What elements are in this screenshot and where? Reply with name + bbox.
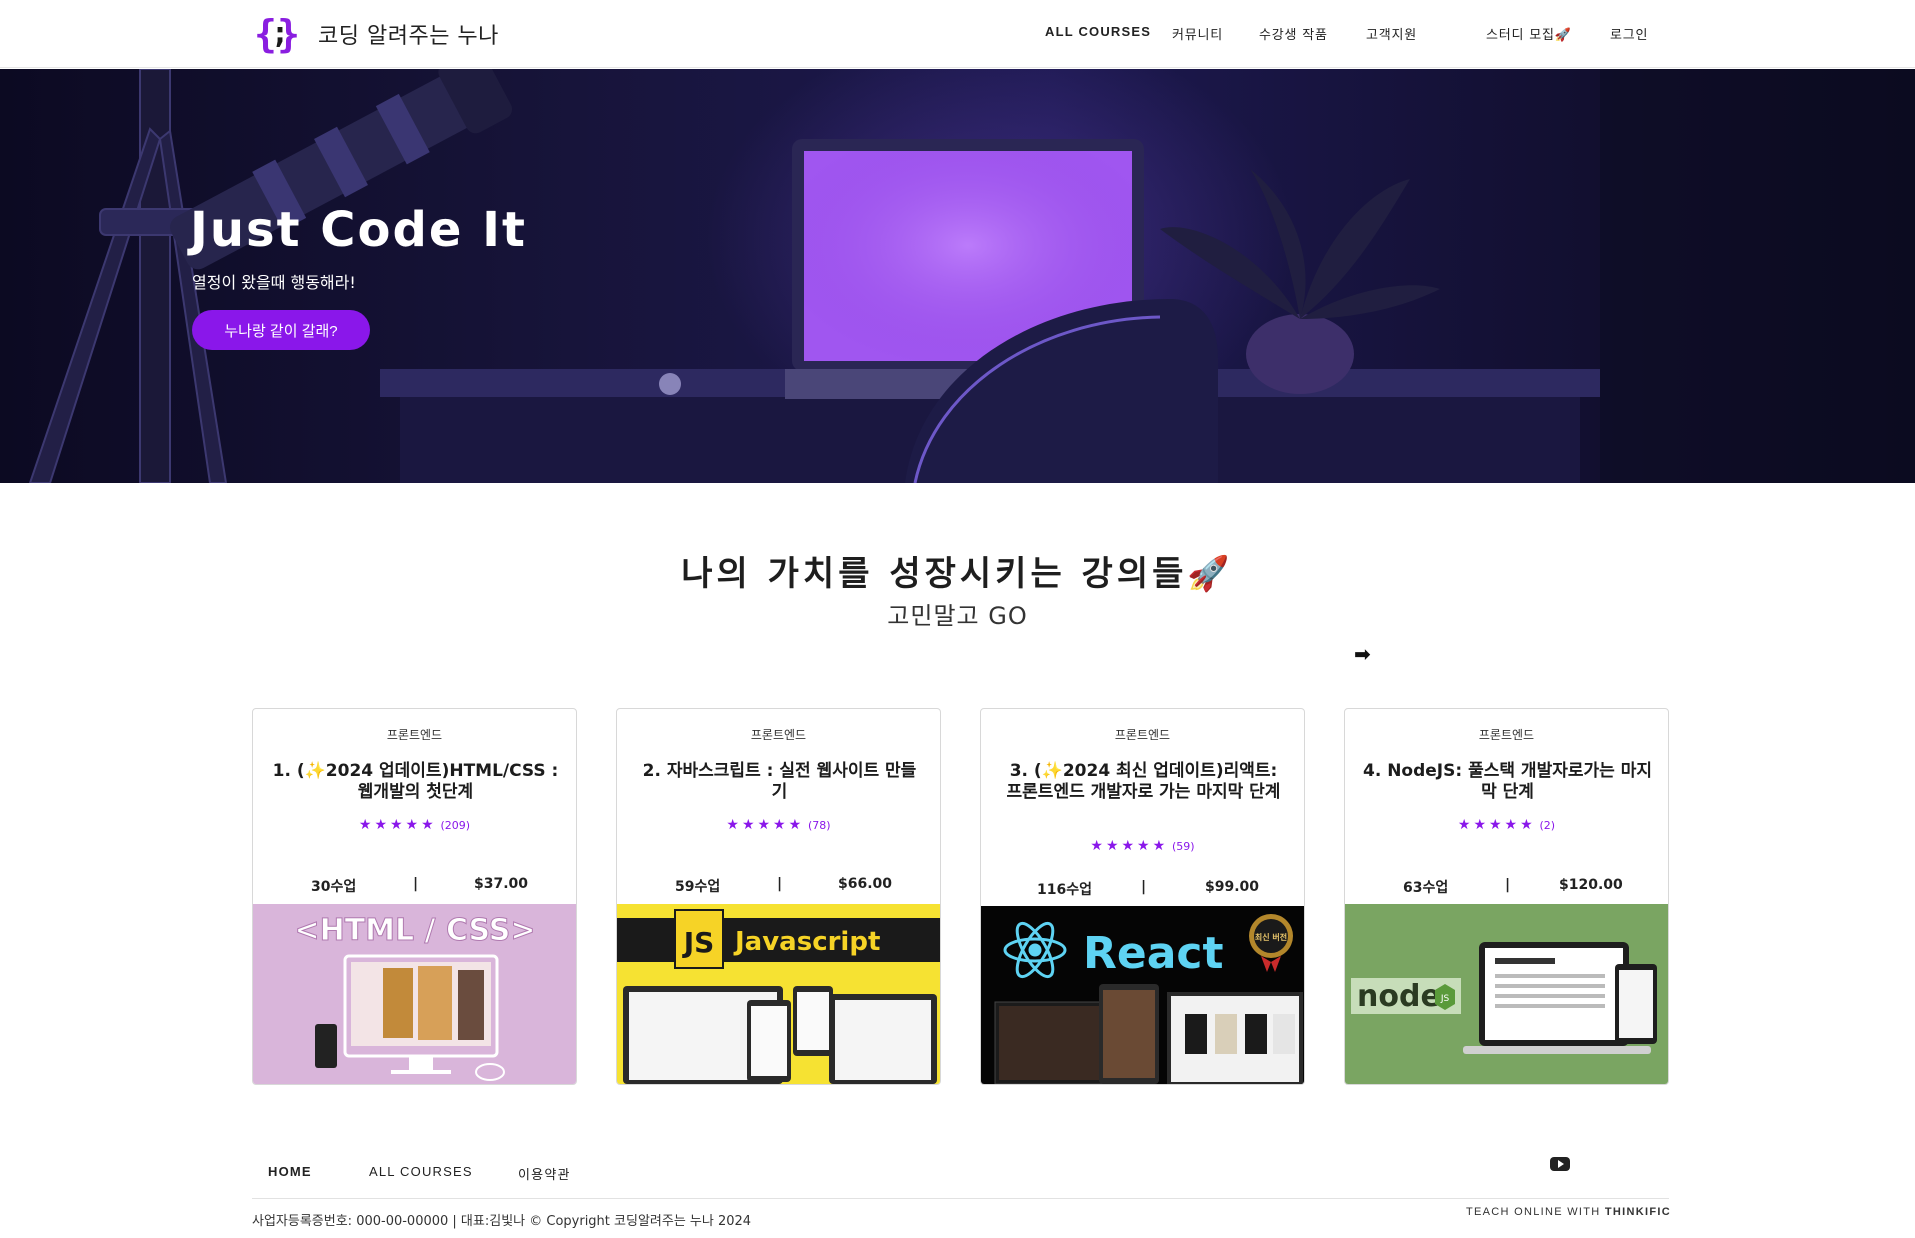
course-thumbnail: <HTML / CSS> (253, 904, 576, 1084)
star-rating-icon: ★★★★★ (726, 817, 805, 833)
meta-separator: | (777, 876, 783, 892)
course-meta: 59수업 | $66.00 (617, 876, 940, 898)
star-rating-icon: ★★★★★ (358, 817, 437, 833)
course-meta: 30수업 | $37.00 (253, 876, 576, 898)
course-title: 4. NodeJS: 풀스택 개발자로가는 마지막 단계 (1363, 761, 1652, 802)
review-count: (59) (1172, 840, 1195, 853)
thumbnail-badge: JS (1440, 994, 1450, 1004)
thumbnail-title: <HTML / CSS> (294, 913, 535, 948)
course-rating: ★★★★★ (78) (617, 817, 940, 833)
javascript-thumbnail-art: JS Javascript (617, 909, 940, 1084)
course-card-react[interactable]: 프론트엔드 3. (✨2024 최신 업데이트)리액트: 프론트엔드 개발자로 … (980, 708, 1305, 1085)
star-rating-icon: ★★★★★ (1457, 817, 1536, 833)
thumbnail-title: Javascript (733, 927, 880, 957)
course-thumbnail: node JS (1345, 904, 1668, 1084)
thumbnail-title: React (1083, 928, 1224, 979)
footer-terms-link[interactable]: 이용약관 (518, 1164, 571, 1183)
courses-section-subtitle: 고민말고 GO (887, 602, 1028, 630)
course-price: $37.00 (474, 876, 529, 892)
course-category: 프론트엔드 (386, 728, 443, 742)
course-category: 프론트엔드 (1478, 728, 1535, 742)
lesson-count: 30수업 (311, 879, 357, 895)
thinkific-brand: THINKIFIC (1604, 1206, 1671, 1218)
nav-login[interactable]: 로그인 (1610, 24, 1648, 43)
html-css-thumbnail-art: <HTML / CSS> (294, 913, 536, 1081)
course-card-nodejs[interactable]: 프론트엔드 4. NodeJS: 풀스택 개발자로가는 마지막 단계 ★★★★★… (1344, 708, 1669, 1085)
star-rating-icon: ★★★★★ (1090, 838, 1169, 854)
course-thumbnail: React 최신 버전 (981, 906, 1304, 1084)
course-price: $66.00 (838, 876, 893, 892)
course-rating: ★★★★★ (59) (981, 838, 1304, 854)
course-title: 1. (✨2024 업데이트)HTML/CSS : 웹개발의 첫단계 (272, 761, 559, 802)
review-count: (2) (1539, 819, 1556, 832)
nav-all-courses[interactable]: ALL COURSES (1045, 24, 1151, 39)
nodejs-thumbnail-art: node JS (1351, 942, 1657, 1054)
nav-support[interactable]: 고객지원 (1366, 24, 1417, 43)
course-rating: ★★★★★ (209) (253, 817, 576, 833)
youtube-icon[interactable] (1550, 1157, 1570, 1171)
courses-section-title: 나의 가치를 성장시키는 강의들🚀 (681, 554, 1234, 594)
course-category: 프론트엔드 (1114, 728, 1171, 742)
nav-community[interactable]: 커뮤니티 (1172, 24, 1223, 43)
review-count: (78) (808, 819, 831, 832)
hero-subtitle: 열정이 왔을때 행동해라! (192, 273, 356, 292)
site-header: { ; } 코딩 알려주는 누나 ALL COURSES 커뮤니티 수강생 작품… (0, 0, 1915, 68)
course-price: $120.00 (1559, 877, 1623, 893)
review-count: (209) (440, 819, 471, 832)
lesson-count: 59수업 (675, 879, 721, 895)
hero-cta-button[interactable]: 누나랑 같이 갈래? (192, 310, 370, 350)
course-price: $99.00 (1205, 879, 1260, 895)
course-card-html-css[interactable]: 프론트엔드 1. (✨2024 업데이트)HTML/CSS : 웹개발의 첫단계… (252, 708, 577, 1085)
lesson-count: 63수업 (1403, 880, 1449, 896)
course-title: 2. 자바스크립트 : 실전 웹사이트 만들기 (642, 761, 917, 802)
thumbnail-title: node (1357, 979, 1441, 1014)
course-title: 3. (✨2024 최신 업데이트)리액트: 프론트엔드 개발자로 가는 마지막… (1006, 761, 1281, 802)
footer-copyright: 사업자등록증번호: 000-00-00000 | 대표:김빛나 © Copyri… (252, 1214, 752, 1229)
course-rating: ★★★★★ (2) (1345, 817, 1668, 833)
footer-all-courses-link[interactable]: ALL COURSES (369, 1164, 473, 1179)
footer-divider (252, 1198, 1669, 1199)
lesson-count: 116수업 (1037, 882, 1092, 898)
main-nav: ALL COURSES 커뮤니티 수강생 작품 고객지원 스터디 모집🚀 로그인 (0, 24, 1915, 46)
course-category: 프론트엔드 (750, 728, 807, 742)
meta-separator: | (413, 876, 419, 892)
arrow-right-icon[interactable]: ➡ (1354, 642, 1371, 666)
course-meta: 116수업 | $99.00 (981, 879, 1304, 901)
nav-student-works[interactable]: 수강생 작품 (1259, 24, 1328, 43)
react-thumbnail-art: React 최신 버전 (994, 914, 1303, 1084)
thumbnail-badge: JS (682, 926, 715, 959)
thumbnail-badge: 최신 버전 (1255, 932, 1287, 942)
course-thumbnail: JS Javascript (617, 904, 940, 1084)
meta-separator: | (1141, 879, 1147, 895)
meta-separator: | (1505, 877, 1511, 893)
hero-banner: Just Code It 열정이 왔을때 행동해라! 누나랑 같이 갈래? (0, 69, 1915, 483)
hero-title: Just Code It (190, 202, 527, 258)
footer-home-link[interactable]: HOME (268, 1164, 312, 1179)
course-meta: 63수업 | $120.00 (1345, 877, 1668, 899)
thinkific-credit[interactable]: TEACH ONLINE WITH THINKIFIC (1466, 1206, 1671, 1218)
course-card-javascript[interactable]: 프론트엔드 2. 자바스크립트 : 실전 웹사이트 만들기 ★★★★★ (78)… (616, 708, 941, 1085)
nav-study-recruit[interactable]: 스터디 모집🚀 (1486, 24, 1572, 43)
teach-prefix: TEACH ONLINE WITH (1466, 1206, 1605, 1218)
